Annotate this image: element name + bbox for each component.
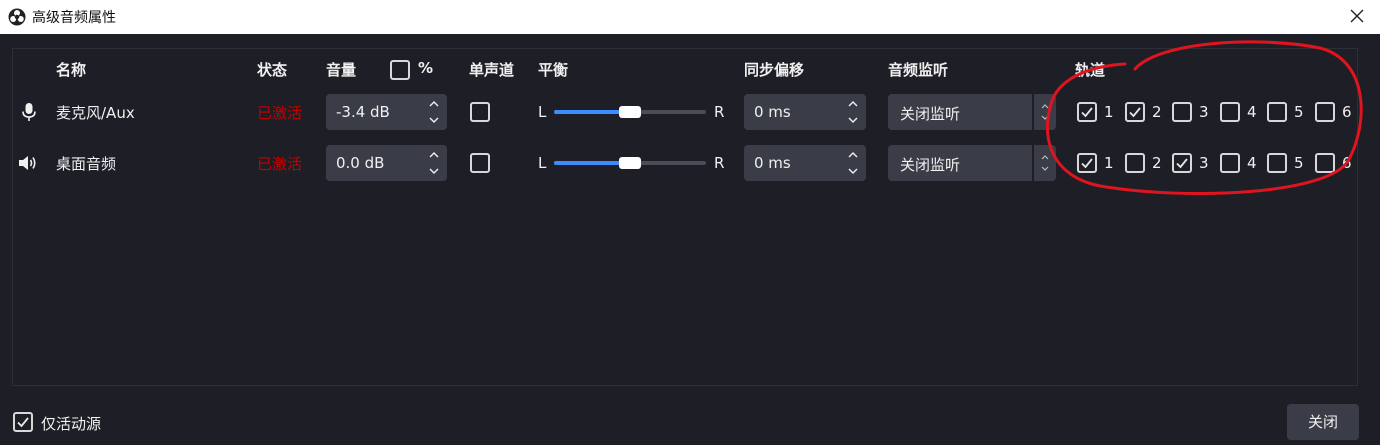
- sync-offset-spinbox[interactable]: 0 ms: [744, 94, 866, 130]
- track-5-checkbox[interactable]: [1267, 153, 1287, 173]
- speaker-icon: [19, 156, 36, 170]
- spin-arrows-icon[interactable]: [427, 97, 441, 127]
- track-2-label: 2: [1152, 154, 1162, 172]
- volume-spinbox[interactable]: -3.4 dB: [326, 94, 447, 130]
- track-2-checkbox[interactable]: [1125, 102, 1145, 122]
- status-label: 已激活: [257, 155, 303, 173]
- track-1-checkbox[interactable]: [1077, 102, 1097, 122]
- spin-arrows-icon[interactable]: [846, 148, 860, 178]
- sync-offset-value: 0 ms: [754, 103, 791, 121]
- source-name: 桌面音频: [56, 155, 117, 173]
- header-volume: 音量: [326, 61, 357, 79]
- monitoring-value: 关闭监听: [900, 156, 961, 174]
- dropdown-arrows-icon[interactable]: [1038, 150, 1052, 176]
- header-sync-offset: 同步偏移: [744, 61, 805, 79]
- header-status: 状态: [257, 61, 288, 79]
- track-3-label: 3: [1199, 154, 1209, 172]
- sources-panel: [12, 48, 1358, 386]
- mono-checkbox[interactable]: [470, 102, 490, 122]
- track-3-label: 3: [1199, 103, 1209, 121]
- window-title: 高级音频属性: [32, 10, 116, 26]
- status-label: 已激活: [257, 104, 303, 122]
- balance-left-label: L: [538, 103, 547, 121]
- sync-offset-value: 0 ms: [754, 154, 791, 172]
- check-icon: [1129, 107, 1141, 118]
- source-name: 麦克风/Aux: [56, 104, 135, 122]
- dropdown-separator: [1032, 94, 1034, 130]
- track-3-checkbox[interactable]: [1172, 153, 1192, 173]
- header-monitoring: 音频监听: [888, 61, 949, 79]
- active-only-label: 仅活动源: [41, 415, 102, 433]
- balance-slider-handle[interactable]: [619, 106, 641, 118]
- microphone-icon: [22, 103, 36, 121]
- volume-spinbox[interactable]: 0.0 dB: [326, 145, 447, 181]
- close-icon[interactable]: [1344, 3, 1370, 29]
- dropdown-separator: [1032, 145, 1034, 181]
- mono-checkbox[interactable]: [470, 153, 490, 173]
- track-6-checkbox[interactable]: [1315, 102, 1335, 122]
- track-2-checkbox[interactable]: [1125, 153, 1145, 173]
- track-2-label: 2: [1152, 103, 1162, 121]
- volume-value: 0.0 dB: [336, 154, 385, 172]
- track-5-checkbox[interactable]: [1267, 102, 1287, 122]
- monitoring-dropdown[interactable]: 关闭监听: [888, 145, 1056, 181]
- balance-right-label: R: [714, 154, 725, 172]
- active-only-checkbox[interactable]: [13, 412, 33, 432]
- track-5-label: 5: [1294, 154, 1304, 172]
- volume-value: -3.4 dB: [336, 103, 390, 121]
- header-name: 名称: [56, 61, 87, 79]
- close-button[interactable]: 关闭: [1287, 404, 1359, 440]
- spin-arrows-icon[interactable]: [846, 97, 860, 127]
- track-6-checkbox[interactable]: [1315, 153, 1335, 173]
- track-6-label: 6: [1342, 103, 1352, 121]
- track-3-checkbox[interactable]: [1172, 102, 1192, 122]
- check-icon: [1081, 107, 1093, 118]
- check-icon: [1176, 158, 1188, 169]
- dropdown-arrows-icon[interactable]: [1038, 99, 1052, 125]
- header-percent: %: [418, 59, 434, 77]
- track-4-label: 4: [1247, 154, 1257, 172]
- balance-right-label: R: [714, 103, 725, 121]
- check-icon: [17, 417, 29, 428]
- track-4-checkbox[interactable]: [1220, 153, 1240, 173]
- monitoring-value: 关闭监听: [900, 105, 961, 123]
- header-balance: 平衡: [538, 61, 569, 79]
- track-6-label: 6: [1342, 154, 1352, 172]
- track-4-checkbox[interactable]: [1220, 102, 1240, 122]
- monitoring-dropdown[interactable]: 关闭监听: [888, 94, 1056, 130]
- track-5-label: 5: [1294, 103, 1304, 121]
- track-4-label: 4: [1247, 103, 1257, 121]
- spin-arrows-icon[interactable]: [427, 148, 441, 178]
- balance-left-label: L: [538, 154, 547, 172]
- track-1-label: 1: [1104, 103, 1114, 121]
- track-1-checkbox[interactable]: [1077, 153, 1097, 173]
- track-1-label: 1: [1104, 154, 1114, 172]
- balance-slider-handle[interactable]: [619, 157, 641, 169]
- header-mono: 单声道: [469, 61, 515, 79]
- check-icon: [1081, 158, 1093, 169]
- obs-logo-icon: [8, 8, 26, 26]
- percent-checkbox[interactable]: [390, 60, 410, 80]
- title-bar: 高级音频属性: [0, 0, 1380, 34]
- header-tracks: 轨道: [1075, 61, 1106, 79]
- sync-offset-spinbox[interactable]: 0 ms: [744, 145, 866, 181]
